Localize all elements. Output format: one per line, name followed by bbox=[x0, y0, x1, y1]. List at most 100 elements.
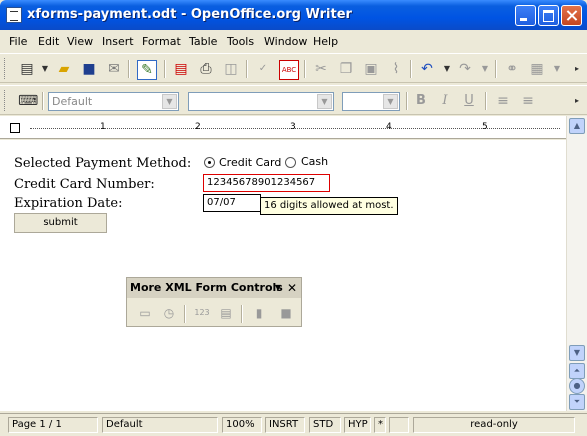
menu-view[interactable]: View bbox=[67, 35, 93, 48]
toolbar-overflow-icon[interactable]: ▸ bbox=[568, 60, 586, 78]
insert-mode-indicator[interactable]: INSRT bbox=[265, 417, 305, 433]
vertical-scrollbar[interactable]: ▲ ▼ ⏶ ● ⏷ bbox=[566, 116, 587, 411]
card-number-label: Credit Card Number: bbox=[14, 177, 155, 192]
spellcheck-icon[interactable]: ✓ bbox=[254, 60, 272, 78]
credit-card-radio[interactable] bbox=[204, 157, 215, 168]
toolbar-separator bbox=[184, 305, 186, 323]
toolbar-grip[interactable] bbox=[4, 58, 8, 79]
close-button[interactable] bbox=[561, 5, 582, 26]
toolbar-separator bbox=[410, 60, 412, 78]
toolbar-separator bbox=[42, 92, 44, 110]
chevron-down-icon[interactable]: ▼ bbox=[383, 94, 398, 109]
ruler-mark: 2 bbox=[195, 122, 201, 132]
save-icon[interactable]: ■ bbox=[80, 60, 98, 78]
floating-toolbar-titlebar[interactable]: More XML Form Controls ▼ ✕ bbox=[127, 278, 301, 298]
page-style-indicator[interactable]: Default bbox=[102, 417, 218, 433]
menu-insert[interactable]: Insert bbox=[102, 35, 134, 48]
chevron-down-icon[interactable]: ▼ bbox=[317, 94, 332, 109]
styles-and-formatting-icon[interactable]: ⌨ bbox=[18, 92, 38, 110]
menu-window[interactable]: Window bbox=[264, 35, 307, 48]
writer-window: xforms-payment.odt - OpenOffice.org Writ… bbox=[0, 0, 587, 436]
redo-dropdown-icon[interactable]: ▼ bbox=[476, 60, 494, 78]
floating-toolbar-close-icon[interactable]: ✕ bbox=[287, 278, 297, 298]
standard-toolbar: ▤ ▼ ▰ ■ ✉ ✎ ▤ ⎙ ◫ ✓ ABC ✂ ❐ ▣ ⌇ ↶ ▼ ↷ ▼ … bbox=[0, 53, 587, 83]
hyperlink-icon[interactable]: ⚭ bbox=[503, 60, 521, 78]
toolbar-separator bbox=[164, 60, 166, 78]
new-dropdown-icon[interactable]: ▼ bbox=[36, 60, 54, 78]
redo-icon[interactable]: ↷ bbox=[456, 60, 474, 78]
underline-button[interactable]: U bbox=[460, 92, 478, 110]
maximize-button[interactable] bbox=[538, 5, 559, 26]
floating-toolbar-title: More XML Form Controls bbox=[130, 281, 283, 294]
tab-stop-icon[interactable] bbox=[10, 123, 20, 133]
menu-tools[interactable]: Tools bbox=[227, 35, 254, 48]
new-document-icon[interactable]: ▤ bbox=[18, 60, 36, 78]
scroll-up-arrow-icon[interactable]: ▲ bbox=[569, 118, 585, 134]
print-icon[interactable]: ⎙ bbox=[197, 60, 215, 78]
align-center-icon[interactable]: ≡ bbox=[519, 92, 537, 110]
menu-edit[interactable]: Edit bbox=[38, 35, 59, 48]
ruler-mark: 5 bbox=[482, 122, 488, 132]
card-number-input[interactable]: 12345678901234567 bbox=[203, 174, 330, 192]
table-dropdown-icon[interactable]: ▼ bbox=[548, 60, 566, 78]
title-bar[interactable]: xforms-payment.odt - OpenOffice.org Writ… bbox=[0, 0, 587, 30]
previous-page-icon[interactable]: ⏶ bbox=[569, 363, 585, 379]
document-area[interactable]: Selected Payment Method: Credit Card Cas… bbox=[0, 140, 566, 411]
spin-button-icon[interactable]: ▮ bbox=[251, 305, 267, 321]
menu-file[interactable]: File bbox=[9, 35, 27, 48]
export-pdf-icon[interactable]: ▤ bbox=[172, 60, 190, 78]
menu-format[interactable]: Format bbox=[142, 35, 181, 48]
expiration-date-input[interactable]: 07/07 bbox=[203, 194, 261, 212]
navigator-icon[interactable]: ● bbox=[569, 378, 585, 394]
toolbar-grip[interactable] bbox=[4, 90, 8, 111]
minimize-button[interactable] bbox=[515, 5, 536, 26]
chevron-down-icon[interactable]: ▼ bbox=[275, 278, 281, 298]
undo-icon[interactable]: ↶ bbox=[418, 60, 436, 78]
date-field-icon[interactable]: ▭ bbox=[137, 305, 153, 321]
email-icon[interactable]: ✉ bbox=[105, 60, 123, 78]
validation-tooltip: 16 digits allowed at most. bbox=[260, 197, 398, 215]
font-size-combo[interactable]: ▼ bbox=[342, 92, 400, 111]
hyperlink-mode-indicator[interactable]: HYP bbox=[344, 417, 371, 433]
bold-button[interactable]: B bbox=[412, 92, 430, 110]
formatted-field-icon[interactable]: ▤ bbox=[218, 305, 234, 321]
cash-radio[interactable] bbox=[285, 157, 296, 168]
table-icon[interactable]: ▦ bbox=[528, 60, 546, 78]
italic-button[interactable]: I bbox=[436, 92, 454, 110]
page-indicator[interactable]: Page 1 / 1 bbox=[8, 417, 98, 433]
menu-help[interactable]: Help bbox=[313, 35, 338, 48]
toolbar-separator bbox=[128, 60, 130, 78]
scroll-down-arrow-icon[interactable]: ▼ bbox=[569, 345, 585, 361]
numeric-field-icon[interactable]: 123 bbox=[192, 305, 212, 321]
submit-button[interactable]: submit bbox=[14, 213, 107, 233]
font-name-combo[interactable]: ▼ bbox=[188, 92, 334, 111]
ruler-mark: 3 bbox=[290, 122, 296, 132]
edit-file-icon[interactable]: ✎ bbox=[137, 60, 157, 80]
more-xml-form-controls-toolbar: More XML Form Controls ▼ ✕ ▭ ◷ 123 ▤ ▮ ■ bbox=[126, 277, 302, 327]
menu-table[interactable]: Table bbox=[189, 35, 217, 48]
cash-radio-label[interactable]: Cash bbox=[301, 155, 328, 168]
next-page-icon[interactable]: ⏷ bbox=[569, 394, 585, 410]
credit-card-radio-label[interactable]: Credit Card bbox=[219, 156, 281, 169]
page-preview-icon[interactable]: ◫ bbox=[222, 60, 240, 78]
zoom-indicator[interactable]: 100% bbox=[222, 417, 262, 433]
writer-document-icon bbox=[6, 7, 22, 23]
ruler-mark: 4 bbox=[386, 122, 392, 132]
time-field-icon[interactable]: ◷ bbox=[161, 305, 177, 321]
horizontal-ruler[interactable]: 1 2 3 4 5 bbox=[0, 116, 566, 139]
selection-mode-indicator[interactable]: STD bbox=[309, 417, 341, 433]
copy-icon[interactable]: ❐ bbox=[337, 60, 355, 78]
chevron-down-icon[interactable]: ▼ bbox=[162, 94, 177, 109]
align-left-icon[interactable]: ≡ bbox=[494, 92, 512, 110]
status-bar: Page 1 / 1 Default 100% INSRT STD HYP * … bbox=[0, 413, 587, 436]
clone-formatting-icon[interactable]: ⌇ bbox=[387, 60, 405, 78]
undo-dropdown-icon[interactable]: ▼ bbox=[438, 60, 456, 78]
toolbar-overflow-icon[interactable]: ▸ bbox=[568, 92, 586, 110]
cut-icon[interactable]: ✂ bbox=[312, 60, 330, 78]
signature-indicator[interactable] bbox=[389, 417, 409, 433]
paste-icon[interactable]: ▣ bbox=[362, 60, 380, 78]
open-folder-icon[interactable]: ▰ bbox=[55, 60, 73, 78]
image-control-icon[interactable]: ■ bbox=[278, 305, 294, 321]
autospellcheck-icon[interactable]: ABC bbox=[279, 60, 299, 80]
paragraph-style-combo[interactable]: Default ▼ bbox=[48, 92, 179, 111]
